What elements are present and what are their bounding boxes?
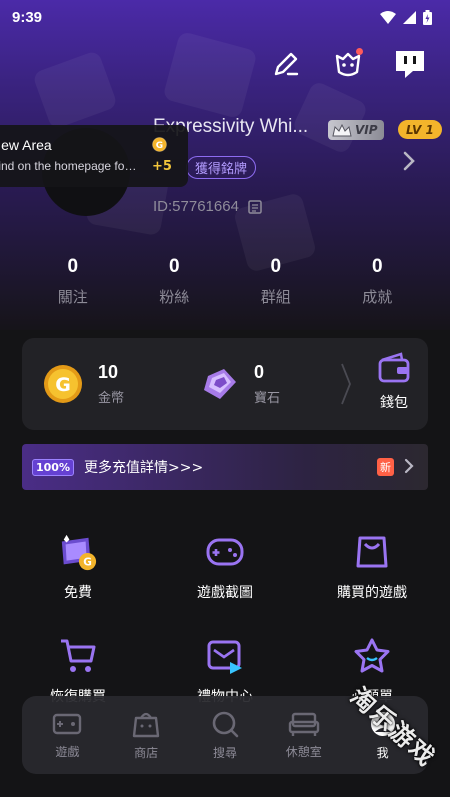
feature-free[interactable]: G 免費 (18, 532, 138, 602)
stat-followers[interactable]: 0 粉絲 (124, 256, 226, 307)
stat-value: 0 (67, 256, 79, 277)
pencil-icon (274, 52, 299, 76)
profile-icon (370, 711, 395, 736)
sofa-icon (288, 712, 319, 736)
tooltip-description: Find on the homepage for t... (0, 159, 139, 173)
gems-balance[interactable]: 0 寶石 (200, 362, 280, 406)
chevron-right-icon (404, 458, 414, 474)
wallet-card: G 10 金幣 0 寶石 錢包 (22, 338, 428, 430)
coins-value: 10 (98, 362, 119, 382)
wallet-label: 錢包 (380, 395, 408, 411)
user-id: ID:57761664 (153, 198, 263, 215)
stat-label: 關注 (57, 288, 88, 306)
new-area-tooltip[interactable]: New Area Find on the homepage for t... G… (0, 125, 188, 187)
nav-games[interactable]: 遊戲 (32, 711, 102, 760)
gems-label: 寶石 (254, 391, 281, 406)
nav-me[interactable]: 我 (348, 710, 418, 761)
stat-groups[interactable]: 0 群組 (225, 256, 327, 307)
coin-icon: G (152, 137, 167, 152)
coins-balance[interactable]: G 10 金幣 (42, 362, 124, 406)
header-actions (268, 46, 428, 82)
status-time: 9:39 (12, 8, 43, 26)
svg-text:G: G (156, 141, 163, 151)
feature-purchased-games[interactable]: 購買的遊戲 (312, 532, 432, 602)
nav-label: 休憩室 (285, 744, 322, 759)
new-badge: 新 (377, 458, 394, 476)
vip-label: VIP (355, 123, 378, 137)
notification-dot (356, 48, 363, 55)
stat-following[interactable]: 0 關注 (22, 256, 124, 307)
stat-achievements[interactable]: 0 成就 (327, 256, 429, 307)
chat-button[interactable] (392, 46, 428, 82)
stat-value: 0 (168, 256, 180, 277)
shopping-bag-icon (356, 536, 388, 568)
stat-label: 粉絲 (159, 288, 190, 306)
nav-label: 遊戲 (55, 744, 80, 759)
shop-icon (132, 712, 160, 737)
gem-icon (204, 369, 236, 399)
stat-value: 0 (270, 256, 282, 277)
chevron-right-icon[interactable] (402, 150, 416, 172)
profile-stats: 0 關注 0 粉絲 0 群組 0 成就 (22, 256, 428, 307)
gold-coin-icon: G (44, 365, 82, 403)
wifi-icon (380, 10, 396, 24)
recharge-banner[interactable]: 100% 更多充值詳情>>> 新 (22, 444, 428, 490)
nav-label: 搜尋 (212, 745, 237, 760)
stat-label: 成就 (362, 288, 393, 306)
chevron-separator-icon (341, 363, 351, 405)
nav-search[interactable]: 搜尋 (190, 710, 260, 761)
vip-badge[interactable]: VIP (328, 120, 384, 140)
crown-icon (332, 123, 352, 136)
nav-label: 商店 (134, 745, 159, 760)
stat-label: 群組 (260, 288, 291, 306)
game-console-icon (53, 713, 82, 734)
nav-lounge[interactable]: 休憩室 (269, 711, 339, 760)
stat-value: 0 (371, 256, 383, 277)
cart-icon (61, 639, 96, 672)
gems-value: 0 (254, 362, 265, 382)
copy-icon[interactable] (247, 199, 263, 215)
chat-bubble-icon (396, 51, 424, 78)
recharge-text: 更多充值詳情>>> (83, 460, 204, 476)
feature-label: 遊戲截圖 (197, 585, 253, 601)
coins-label: 金幣 (98, 391, 125, 406)
svg-text:G: G (55, 374, 71, 396)
nameplate-tag[interactable]: 獲得銘牌 (186, 156, 257, 179)
level-badge[interactable]: LV 1 (398, 120, 442, 139)
feature-label: 免費 (64, 585, 92, 601)
gamepad-icon (206, 538, 244, 566)
feature-label: 購買的遊戲 (337, 585, 407, 601)
svg-text:G: G (83, 556, 92, 568)
percent-badge: 100% (32, 458, 74, 476)
battery-icon (423, 9, 432, 25)
star-face-icon (354, 638, 390, 673)
gift-mail-icon (207, 640, 242, 674)
feature-screenshots[interactable]: 遊戲截圖 (165, 532, 285, 602)
status-bar: 9:39 (0, 0, 450, 34)
tooltip-reward: +5 (152, 159, 172, 174)
nav-label: 我 (376, 745, 389, 760)
nav-shop[interactable]: 商店 (111, 710, 181, 761)
messages-button[interactable] (330, 46, 366, 82)
signal-icon (403, 10, 416, 24)
wallet-icon (378, 352, 410, 383)
edit-profile-button[interactable] (268, 46, 304, 82)
search-icon (212, 711, 239, 737)
user-id-text: ID:57761664 (153, 198, 239, 215)
bottom-navigation: 遊戲 商店 搜尋 休憩室 我 (22, 696, 428, 774)
wallet-button[interactable]: 錢包 (370, 352, 418, 412)
free-gift-icon: G (61, 534, 97, 571)
